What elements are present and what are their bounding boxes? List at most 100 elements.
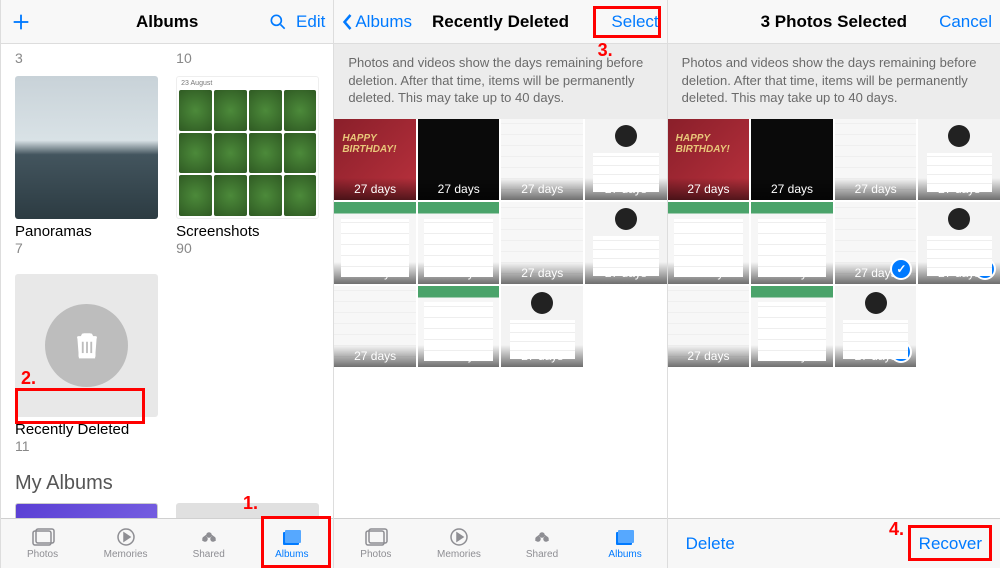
album-count: 90 [176,240,319,256]
album-panoramas[interactable]: Panoramas 7 [15,76,158,256]
album-name: Screenshots [176,223,319,240]
tabbar: Photos Memories Shared Albums [334,518,666,568]
album-name: Recently Deleted [15,421,158,438]
tab-label: Shared [526,549,558,560]
photo-item[interactable]: 27 days✓ [835,286,917,368]
days-badge: 27 days [918,262,1000,284]
cancel-button[interactable]: Cancel [939,12,992,32]
tab-label: Memories [104,549,148,560]
photo-item[interactable]: 27 days [334,119,416,201]
tab-shared[interactable]: Shared [500,519,583,568]
days-badge: 27 days [501,345,583,367]
days-badge: 27 days [668,178,750,200]
bottombar: Delete Recover [668,518,1000,568]
memories-icon [447,527,471,547]
days-badge: 27 days [751,262,833,284]
photo-item[interactable]: 27 days [501,202,583,284]
photo-item[interactable]: 27 days✓ [835,202,917,284]
days-badge: 27 days [418,262,500,284]
days-badge: 27 days [501,262,583,284]
album-count: 7 [15,240,158,256]
panorama-thumbnail [15,76,158,219]
info-banner: Photos and videos show the days remainin… [668,44,1000,119]
days-badge: 27 days [334,345,416,367]
photo-item[interactable]: 27 days [668,119,750,201]
chevron-left-icon [342,13,353,31]
recover-button[interactable]: Recover [919,534,982,554]
albums-content: 3 10 Panoramas 7 23 August Screenshots 9… [1,44,333,518]
album-count: 11 [15,438,158,454]
photo-item[interactable]: 27 days [751,286,833,368]
days-badge: 27 days [585,262,667,284]
shared-icon [530,527,554,547]
navbar-deleted: Albums Recently Deleted Select [334,0,666,44]
tab-label: Albums [608,549,641,560]
days-badge: 27 days [751,345,833,367]
tab-label: Memories [437,549,481,560]
select-button[interactable]: Select [611,12,658,32]
tab-label: Photos [27,549,58,560]
album-cover[interactable] [176,503,319,518]
page-title: Albums [79,12,255,32]
albums-icon [280,527,304,547]
albums-icon [613,527,637,547]
tab-memories[interactable]: Memories [84,519,167,568]
photo-item[interactable]: 27 days [418,286,500,368]
photo-item[interactable]: 27 days [751,202,833,284]
tabbar: Photos Memories Shared Albums [1,518,333,568]
album-recently-deleted[interactable]: Recently Deleted 11 [15,274,158,454]
photo-item[interactable]: 27 days [918,119,1000,201]
photo-item[interactable]: 27 days [501,119,583,201]
photo-item[interactable]: 27 days [835,119,917,201]
photo-item[interactable]: 27 days [334,286,416,368]
photo-item[interactable]: 27 days [418,202,500,284]
my-albums-header: My Albums [15,472,319,495]
add-icon[interactable] [9,10,33,34]
trash-icon [70,329,104,363]
tab-photos[interactable]: Photos [334,519,417,568]
photo-item[interactable]: 27 days [585,202,667,284]
days-badge: 27 days [501,178,583,200]
tab-memories[interactable]: Memories [417,519,500,568]
shared-icon [197,527,221,547]
photo-item[interactable]: 27 days [668,202,750,284]
photos-icon [31,527,55,547]
photo-item[interactable]: 27 days [334,202,416,284]
back-label: Albums [355,12,412,32]
photo-item[interactable]: 27 days [751,119,833,201]
photo-item[interactable]: 27 days [668,286,750,368]
album-name: Panoramas [15,223,158,240]
tab-label: Photos [360,549,391,560]
album-screenshots[interactable]: 23 August Screenshots 90 [176,76,319,256]
days-badge: 27 days [668,345,750,367]
tab-label: Albums [275,549,308,560]
days-badge: 27 days [585,178,667,200]
info-banner: Photos and videos show the days remainin… [334,44,666,119]
tab-shared[interactable]: Shared [167,519,250,568]
tab-albums[interactable]: Albums [250,519,333,568]
photos-icon [364,527,388,547]
photo-grid: 27 days 27 days 27 days 27 days 27 days … [334,119,666,368]
screen-selected: 3 Photos Selected Cancel Photos and vide… [667,0,1000,568]
photo-item[interactable]: 27 days [501,286,583,368]
days-badge: 27 days [835,345,917,367]
deleted-content: Photos and videos show the days remainin… [334,44,666,518]
edit-button[interactable]: Edit [296,12,325,32]
photo-item[interactable]: 27 days [585,119,667,201]
days-badge: 27 days [835,178,917,200]
photo-item[interactable]: 27 days✓ [918,202,1000,284]
selected-content: Photos and videos show the days remainin… [668,44,1000,518]
tab-photos[interactable]: Photos [1,519,84,568]
search-icon[interactable] [266,10,290,34]
navbar-selected: 3 Photos Selected Cancel [668,0,1000,44]
check-icon: ✓ [974,258,996,280]
days-badge: 27 days [751,178,833,200]
album-cover[interactable] [15,503,158,518]
screen-albums: Albums Edit 3 10 Panoramas 7 23 August [0,0,333,568]
trash-thumbnail [15,274,158,417]
photo-item[interactable]: 27 days [418,119,500,201]
days-badge: 27 days [918,178,1000,200]
delete-button[interactable]: Delete [686,534,735,554]
tab-albums[interactable]: Albums [584,519,667,568]
back-button[interactable]: Albums [342,12,412,32]
